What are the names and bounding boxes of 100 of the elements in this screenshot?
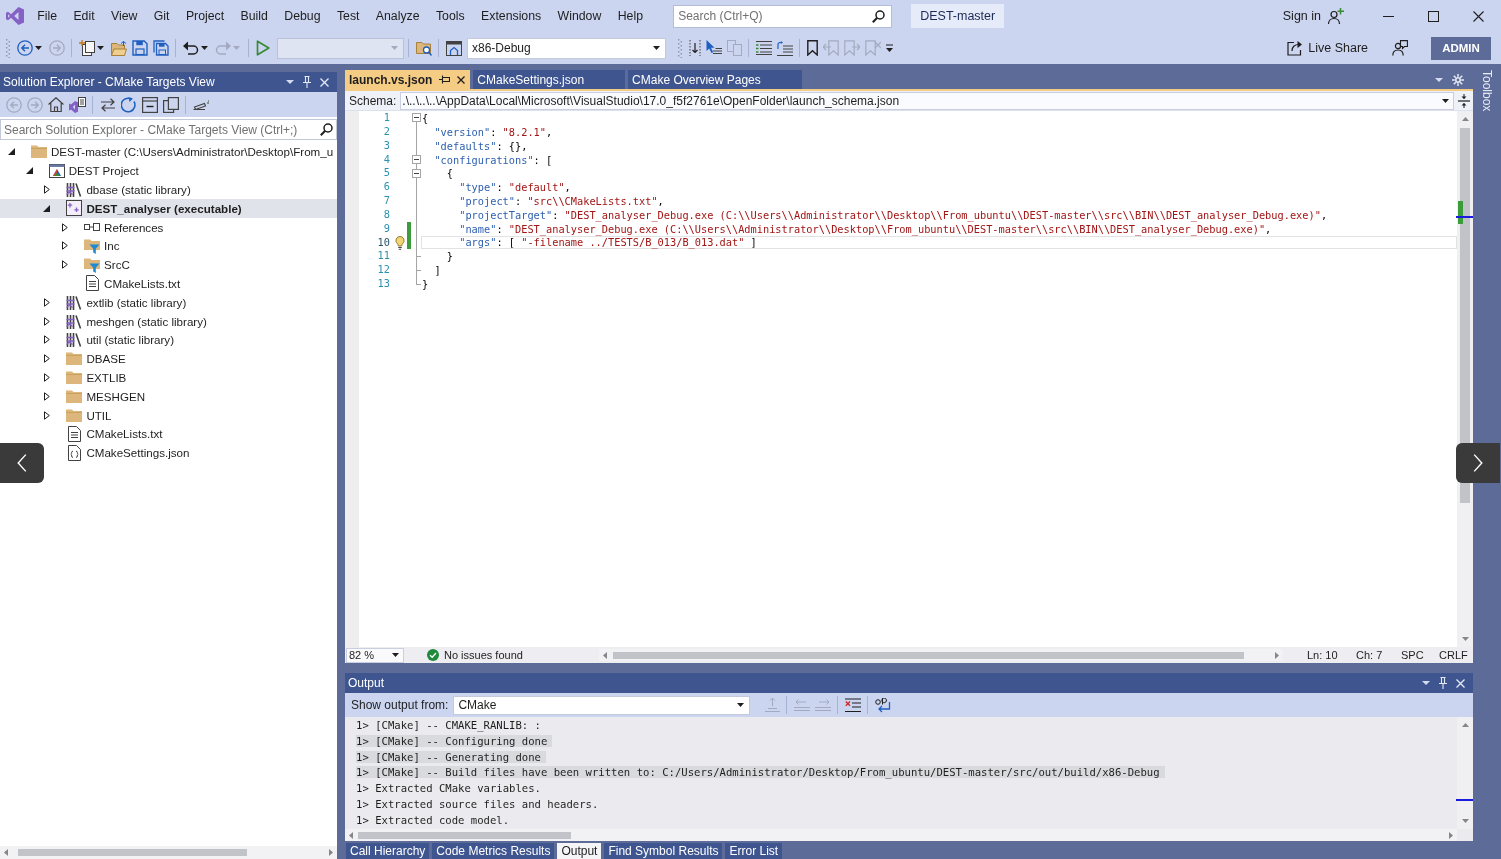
lines-icon[interactable]: [755, 41, 772, 55]
next-button[interactable]: [1456, 443, 1500, 483]
expander-icon[interactable]: [44, 297, 51, 307]
menu-item[interactable]: Analyze: [367, 6, 428, 26]
scroll-right-icon[interactable]: [1275, 651, 1279, 659]
menu-item[interactable]: Build: [232, 6, 277, 26]
menu-item[interactable]: Tools: [427, 6, 473, 26]
scroll-down-icon[interactable]: [1461, 819, 1469, 823]
tree-item[interactable]: util (static library): [66, 330, 337, 350]
scroll-thumb[interactable]: [18, 849, 247, 856]
panel-tab[interactable]: Code Metrics Results: [432, 843, 555, 859]
search-field[interactable]: Search (Ctrl+Q): [673, 4, 893, 28]
menu-item[interactable]: Extensions: [472, 6, 550, 26]
expander-icon[interactable]: [62, 222, 69, 232]
caret-icon[interactable]: [653, 46, 660, 50]
pointer-lines-icon[interactable]: [705, 40, 722, 56]
person-speech-icon[interactable]: [1392, 40, 1408, 56]
tree-item[interactable]: DEST Project: [48, 161, 337, 181]
pencil-icon[interactable]: [192, 99, 211, 110]
caret-icon[interactable]: [35, 46, 42, 50]
caret-icon[interactable]: [1442, 98, 1449, 103]
schema-dropdown[interactable]: .\..\..\..\AppData\Local\Microsoft\VisualStudio\17.0_f5f2761e\OpenFolder\launch_schema.json: [400, 91, 1454, 110]
panel-tab[interactable]: Call Hierarchy: [346, 843, 430, 859]
bookmark-icon[interactable]: [806, 40, 818, 56]
expander-icon[interactable]: [62, 260, 69, 270]
panel-tab[interactable]: Output: [557, 843, 602, 859]
search-icon[interactable]: [872, 9, 886, 23]
lines-arrow-icon[interactable]: [776, 40, 793, 56]
tree-item[interactable]: SrcC: [84, 255, 337, 275]
horizontal-scrollbar[interactable]: [345, 829, 1457, 841]
open-folder-icon[interactable]: [110, 40, 127, 56]
scroll-right-icon[interactable]: [1449, 831, 1453, 839]
tree-item[interactable]: Inc: [84, 236, 337, 256]
toolbox-tab[interactable]: Toolbox: [1480, 70, 1494, 112]
logo-document-icon[interactable]: [68, 96, 86, 113]
search-field[interactable]: Search Solution Explorer - CMake Targets View (Ctrl+;): [0, 119, 337, 140]
sign-in-button[interactable]: Sign in: [1282, 8, 1344, 24]
menu-item[interactable]: Git: [145, 6, 178, 26]
tree-item[interactable]: References: [84, 217, 337, 237]
close-icon[interactable]: [457, 75, 466, 84]
swap-arrows-icon[interactable]: [99, 97, 116, 112]
folder-search-icon[interactable]: [415, 40, 432, 56]
save-all-icon[interactable]: [152, 40, 169, 56]
play-icon[interactable]: [255, 40, 270, 56]
scroll-down-icon[interactable]: [1461, 637, 1469, 641]
expander-icon[interactable]: [44, 335, 51, 345]
expander-icon[interactable]: [62, 241, 69, 251]
menu-item[interactable]: View: [102, 6, 146, 26]
tree-item[interactable]: EXTLIB: [66, 368, 337, 387]
editor-tab[interactable]: CMake Overview Pages: [628, 70, 802, 89]
caret-icon[interactable]: [97, 46, 104, 50]
horizontal-scrollbar[interactable]: [0, 846, 337, 859]
scroll-right-icon[interactable]: [329, 849, 333, 856]
expander-icon[interactable]: [44, 410, 51, 420]
vertical-scrollbar[interactable]: [1457, 717, 1473, 829]
editor-tab[interactable]: CMakeSettings.json: [473, 70, 626, 89]
menu-item[interactable]: Edit: [65, 6, 103, 26]
expander-icon[interactable]: [44, 372, 51, 382]
caret-icon[interactable]: [737, 703, 745, 707]
scroll-thumb[interactable]: [358, 831, 571, 839]
expander-icon[interactable]: [8, 148, 15, 156]
tree-item[interactable]: CMakeSettings.json: [66, 443, 337, 463]
back-icon[interactable]: [16, 40, 33, 56]
panel-tab[interactable]: Find Symbol Results: [604, 843, 723, 859]
editor-tab[interactable]: launch.vs.json: [345, 70, 471, 89]
account-button[interactable]: ADMIN: [1431, 36, 1491, 60]
tree-item[interactable]: UTIL: [66, 405, 337, 425]
expander-icon[interactable]: [44, 354, 51, 364]
menu-item[interactable]: File: [29, 6, 66, 26]
output-source-dropdown[interactable]: CMake: [453, 695, 751, 715]
zoom-dropdown[interactable]: 82 %: [346, 647, 404, 663]
horizontal-scrollbar[interactable]: [599, 649, 1283, 661]
dropdown-field[interactable]: [277, 37, 404, 59]
collapse-icon[interactable]: [412, 113, 421, 123]
tree-item[interactable]: extlib (static library): [66, 292, 337, 312]
new-document-icon[interactable]: [78, 40, 95, 56]
dropdown-icon[interactable]: [286, 80, 294, 84]
tree-item[interactable]: MESHGEN: [66, 386, 337, 406]
minus-window-icon[interactable]: [141, 96, 158, 113]
window-house-icon[interactable]: [445, 40, 462, 56]
tree-item[interactable]: dbase (static library): [66, 180, 337, 199]
pin-icon[interactable]: [439, 75, 451, 84]
expander-icon[interactable]: [43, 204, 51, 212]
search-icon[interactable]: [320, 123, 333, 136]
expander-icon[interactable]: [44, 391, 51, 401]
dotted-arrow-icon[interactable]: [688, 40, 701, 56]
scroll-thumb[interactable]: [613, 651, 1244, 659]
wrap-arrow-icon[interactable]: [874, 697, 891, 713]
previous-button[interactable]: [0, 443, 44, 483]
live-share-button[interactable]: Live Share: [1287, 40, 1368, 56]
overflow-icon[interactable]: [885, 44, 893, 52]
scroll-up-icon[interactable]: [1461, 117, 1469, 121]
settings-icon[interactable]: [1452, 73, 1464, 86]
panel-tab[interactable]: Error List: [725, 843, 783, 859]
collapse-icon[interactable]: [412, 168, 421, 178]
split-icon[interactable]: [1458, 93, 1470, 108]
lines-x-icon[interactable]: [844, 697, 861, 713]
menu-item[interactable]: Help: [609, 6, 652, 26]
tree-item[interactable]: DEST-master (C:\Users\Administrator\Desktop\From_u: [31, 142, 337, 162]
save-icon[interactable]: [131, 40, 148, 56]
